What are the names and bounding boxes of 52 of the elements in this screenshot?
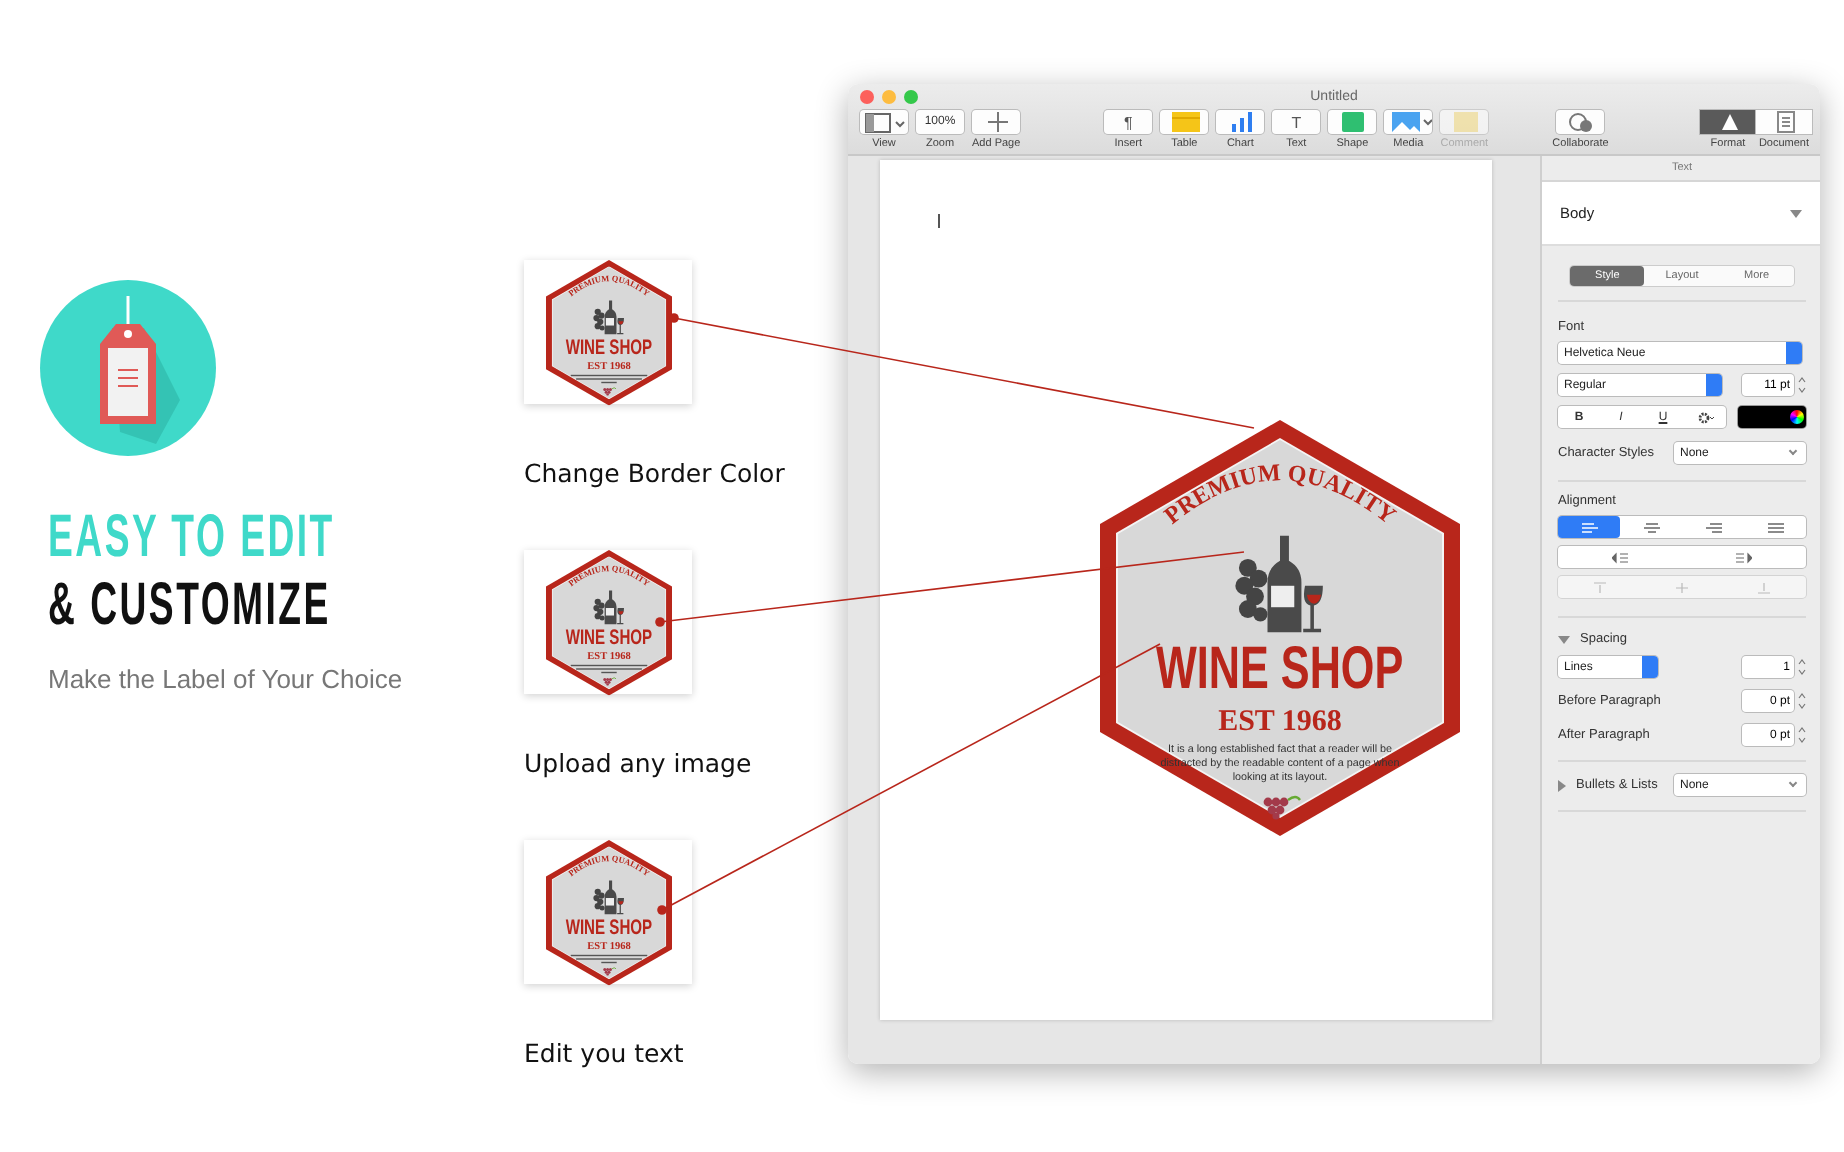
grapes-icon bbox=[1263, 795, 1301, 820]
align-justify-icon bbox=[1767, 521, 1783, 533]
align-top-icon bbox=[1591, 581, 1608, 593]
caret-icon bbox=[1790, 209, 1802, 217]
tag-icon bbox=[40, 280, 216, 456]
feature-caption: Change Border Color bbox=[524, 458, 785, 488]
wine-bottle-drawing bbox=[1235, 535, 1323, 633]
text-cursor bbox=[938, 214, 940, 228]
align-bottom-icon bbox=[1756, 581, 1773, 593]
color-well[interactable] bbox=[1738, 406, 1806, 428]
wine-bottle-drawing bbox=[592, 879, 623, 914]
table-icon bbox=[1171, 112, 1202, 132]
label-subtitle: EST 1968 bbox=[1218, 706, 1342, 738]
plus-icon bbox=[987, 111, 1010, 133]
align-left-icon bbox=[1581, 521, 1597, 533]
wine-bottle-drawing bbox=[592, 299, 623, 334]
stepper-icon[interactable] bbox=[1798, 727, 1806, 743]
headline: EASY TO EDIT bbox=[48, 504, 335, 572]
image-icon bbox=[1392, 112, 1433, 132]
indent-icon bbox=[1736, 551, 1752, 563]
align-left-button[interactable] bbox=[1558, 516, 1620, 538]
sidebar-icon bbox=[865, 113, 905, 133]
stepper-icon[interactable] bbox=[1798, 377, 1806, 393]
text-lines-drawing bbox=[569, 664, 647, 673]
square-icon bbox=[1342, 112, 1365, 132]
label-title: WINE SHOP bbox=[564, 916, 652, 938]
color-wheel-icon[interactable] bbox=[1790, 410, 1804, 424]
zoom-button[interactable] bbox=[904, 90, 918, 104]
wine-bottle-drawing bbox=[592, 589, 623, 624]
align-middle-icon bbox=[1673, 581, 1690, 593]
headline: & CUSTOMIZE bbox=[48, 572, 331, 640]
stepper-icon[interactable] bbox=[1798, 659, 1806, 675]
outdent-icon bbox=[1612, 551, 1628, 563]
grapes-icon bbox=[602, 386, 616, 395]
label-title: WINE SHOP bbox=[564, 336, 652, 358]
note-icon bbox=[1454, 112, 1479, 132]
stepper-icon[interactable] bbox=[1798, 693, 1806, 709]
feature-caption: Edit you text bbox=[524, 1038, 684, 1068]
text-lines-drawing bbox=[569, 374, 647, 383]
label-title: WINE SHOP bbox=[564, 626, 652, 648]
bar-chart-icon bbox=[1232, 112, 1253, 132]
subtitle: Make the Label of Your Choice bbox=[48, 664, 403, 694]
gear-icon bbox=[1697, 411, 1713, 423]
feature-caption: Upload any image bbox=[524, 748, 752, 778]
label-title: WINE SHOP bbox=[1156, 640, 1404, 700]
align-center-icon bbox=[1643, 521, 1659, 533]
document-icon bbox=[1777, 111, 1795, 133]
grapes-icon bbox=[602, 966, 616, 975]
text-lines-drawing bbox=[569, 954, 647, 963]
grapes-icon bbox=[602, 676, 616, 685]
close-button[interactable] bbox=[860, 90, 874, 104]
align-right-icon bbox=[1705, 521, 1721, 533]
